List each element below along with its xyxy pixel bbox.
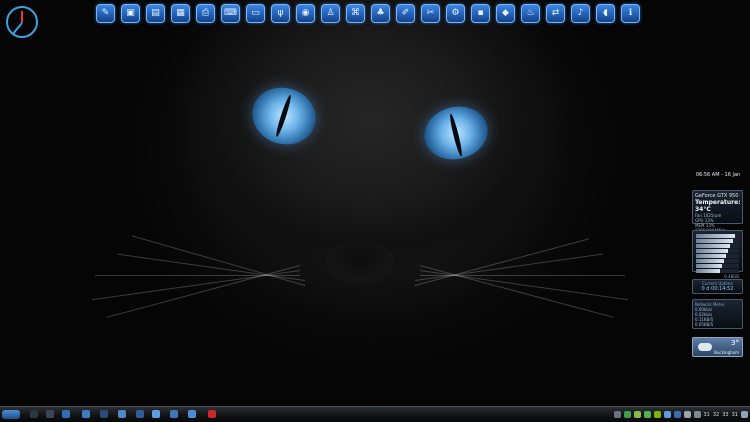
window-icon[interactable]: ▤ [146,4,165,23]
usb-icon[interactable]: ψ [271,4,290,23]
cpu-bar [696,254,739,258]
network-icon[interactable]: ⌘ [346,4,365,23]
flame-icon[interactable]: ♨ [521,4,540,23]
system-tray: 31 32 33 31 [613,409,748,420]
gear-icon[interactable]: ⚙ [446,4,465,23]
network-rate: 0.05KB/S [695,322,714,327]
tray-counter: 31 [703,411,710,418]
taskbar: 31 32 33 31 [0,406,750,422]
gpu-temperature: Temperature: 34°C [695,199,741,213]
control-panel-icon[interactable] [188,410,196,418]
monitor-icon[interactable]: ▣ [121,4,140,23]
weather-temperature: 3° [731,339,739,347]
network-meter-gadget[interactable]: Network Meter 0.00kb/s 0.02kb/s 0.11KB/S… [692,299,743,329]
tray-counter: 31 [731,411,738,418]
shield-icon[interactable]: ◆ [496,4,515,23]
cpu-bar [696,239,739,243]
desktop-wallpaper [0,0,750,422]
media-icon[interactable] [208,410,216,418]
nvidia-icon[interactable] [653,411,661,418]
tray-icon[interactable] [633,411,641,418]
cpu-bar [696,259,739,263]
tray-counter: 33 [722,411,729,418]
mouse-icon[interactable]: ◖ [596,4,615,23]
network-app-icon[interactable] [152,410,160,418]
word-icon[interactable] [62,410,70,418]
tray-icon[interactable] [663,411,671,418]
cpu-bars [696,234,739,273]
cpu-bar [696,264,739,268]
keyboard-icon[interactable]: ⌨ [221,4,240,23]
cpu-bar [696,249,739,253]
screen-icon[interactable]: ▦ [171,4,190,23]
volume-icon[interactable] [683,411,691,418]
clock-time-date: 06:56 AM - 16 Jan [695,172,741,178]
save-icon[interactable]: ▪ [471,4,490,23]
show-desktop-icon[interactable] [741,411,748,418]
search-icon[interactable] [30,410,38,418]
folder-icon[interactable] [100,410,108,418]
antivirus-icon[interactable] [623,411,631,418]
tray-icon[interactable] [613,411,621,418]
info-icon[interactable]: ℹ [621,4,640,23]
top-dock: ✎ ▣ ▤ ▦ ⎙ ⌨ ▭ ψ ◉ ♙ ⌘ ♣ ✐ ✂ ⚙ ▪ ◆ ♨ ⇄ ♪ ◖ ℹ [96,4,640,23]
network-status-icon[interactable] [693,411,701,418]
app-icon[interactable] [136,410,144,418]
tray-icon[interactable] [673,411,681,418]
weather-gadget[interactable]: 3° Buckingham [692,337,743,357]
start-button[interactable] [2,410,20,419]
tree-icon[interactable]: ♣ [371,4,390,23]
disk-icon[interactable] [118,410,126,418]
network-share-icon[interactable]: ⇄ [546,4,565,23]
clock-hour-hand [21,11,23,23]
paint-icon[interactable]: ✐ [396,4,415,23]
tools-icon[interactable]: ✂ [421,4,440,23]
drive-icon[interactable]: ▭ [246,4,265,23]
weather-city: Buckingham [714,350,739,355]
gpu-monitor-gadget[interactable]: GeForce GTX 950 Temperature: 34°C Fan 10… [692,190,743,233]
cpu-bar [696,234,739,238]
cpu-meter-gadget[interactable]: 0.48GB [692,230,743,279]
uptime-gadget[interactable]: Current Uptime 0 d 00:14:52 [692,279,743,294]
steam-icon[interactable] [170,410,178,418]
tray-icon[interactable] [643,411,651,418]
pin-icon[interactable]: ✎ [96,4,115,23]
tray-counter: 32 [712,411,720,418]
person-icon[interactable]: ♙ [321,4,340,23]
cpu-bar [696,269,739,273]
cpu-bar [696,244,739,248]
explorer-icon[interactable] [82,410,90,418]
cloud-icon [698,343,712,351]
gear-icon[interactable] [46,410,54,418]
printer-icon[interactable]: ⎙ [196,4,215,23]
cat-nose [325,240,395,285]
uptime-value: 0 d 00:14:52 [701,286,734,292]
globe-icon[interactable]: ◉ [296,4,315,23]
microphone-icon[interactable]: ♪ [571,4,590,23]
